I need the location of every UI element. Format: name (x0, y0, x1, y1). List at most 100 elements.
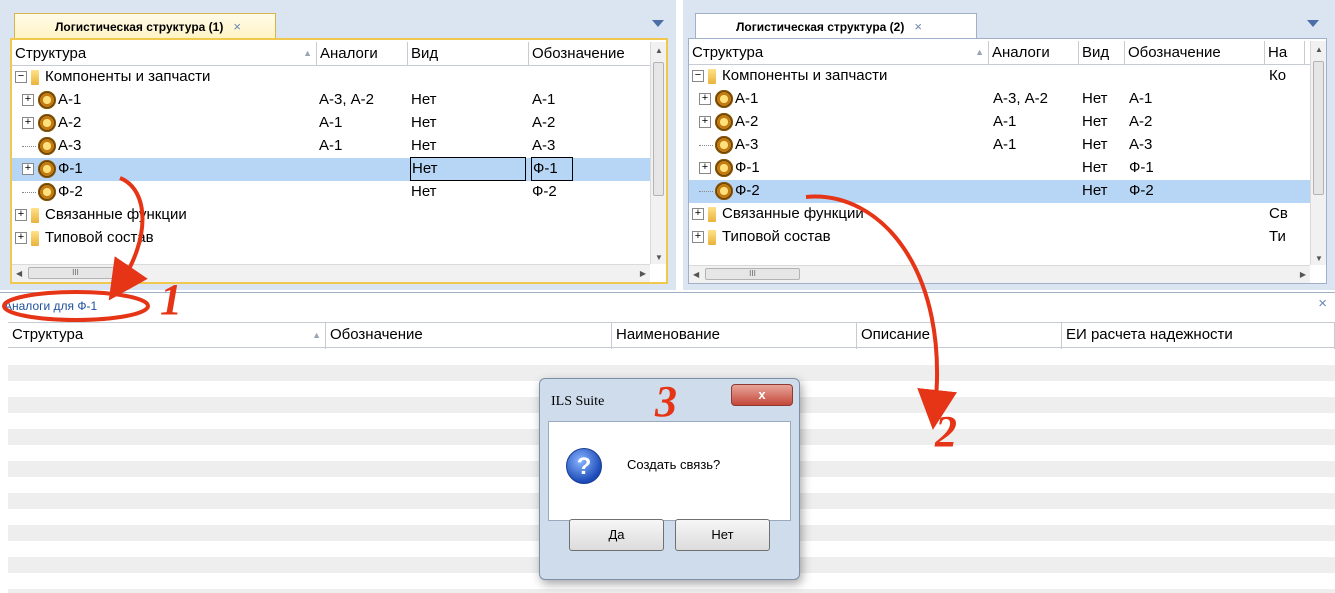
logistic-structure-pane-1: Логистическая структура (1) × Структура ▲ … (0, 0, 676, 290)
cell-kind[interactable]: Нет (411, 137, 437, 154)
tree-row[interactable]: + Ф-1 Нет Ф-1 (689, 157, 1310, 180)
cell-analogs[interactable]: А-1 (993, 136, 1016, 153)
vertical-scrollbar[interactable]: ▲ ▼ (1310, 41, 1326, 265)
tab-logistic-structure-2[interactable]: Логистическая структура (2) × (695, 13, 977, 39)
column-structure[interactable]: Структура ▲ (12, 42, 317, 66)
column-designation[interactable]: Обозначение (326, 323, 612, 349)
horizontal-scrollbar[interactable]: ◀ III ▶ (689, 265, 1310, 283)
cell-designation[interactable]: А-1 (532, 91, 555, 108)
tree-row[interactable]: + Связанные функции (12, 204, 650, 227)
cell-designation[interactable]: А-2 (532, 114, 555, 131)
scroll-thumb[interactable]: III (28, 267, 123, 279)
column-analogs[interactable]: Аналоги (989, 41, 1079, 65)
annotation-number-1: 1 (160, 275, 182, 324)
dialog-close-button[interactable]: x (731, 384, 793, 406)
column-kind[interactable]: Вид (408, 42, 529, 66)
expand-icon[interactable]: + (692, 208, 704, 221)
cell-designation[interactable]: Ф-1 (1129, 159, 1154, 176)
scroll-right-icon[interactable]: ▶ (640, 269, 646, 278)
expand-icon[interactable]: + (22, 94, 34, 107)
expand-icon[interactable]: + (22, 163, 34, 176)
tree-row[interactable]: + А-1 А-3, А-2 Нет А-1 (689, 88, 1310, 111)
cell-name[interactable]: Ко (1269, 67, 1286, 84)
tree-row[interactable]: Ф-2 Нет Ф-2 (12, 181, 650, 204)
cell-name[interactable]: Св (1269, 205, 1288, 222)
tree-row[interactable]: А-3 А-1 Нет А-3 (689, 134, 1310, 157)
cell-kind[interactable]: Нет (411, 91, 437, 108)
cell-analogs[interactable]: А-1 (993, 113, 1016, 130)
column-reliability-unit[interactable]: ЕИ расчета надежности (1062, 323, 1335, 349)
cell-name[interactable]: Ти (1269, 228, 1286, 245)
expand-icon[interactable]: + (699, 116, 711, 129)
tree-row[interactable]: + Типовой состав Ти (689, 226, 1310, 249)
column-structure[interactable]: Структура ▲ (8, 323, 326, 349)
column-designation[interactable]: Обозначение (529, 42, 654, 66)
cell-designation[interactable]: Ф-2 (1129, 182, 1154, 199)
collapse-icon[interactable]: − (15, 71, 27, 84)
tree-row[interactable]: − Компоненты и запчасти Ко (689, 65, 1310, 88)
horizontal-scrollbar[interactable]: ◀ III ▶ (12, 264, 650, 282)
column-name[interactable]: На (1265, 41, 1305, 65)
scroll-left-icon[interactable]: ◀ (16, 269, 22, 278)
tree-row[interactable]: + Связанные функции Св (689, 203, 1310, 226)
cell-designation[interactable]: А-2 (1129, 113, 1152, 130)
no-button[interactable]: Нет (675, 519, 770, 551)
cell-kind[interactable]: Нет (411, 183, 437, 200)
cell-analogs[interactable]: А-3, А-2 (319, 91, 374, 108)
expand-icon[interactable]: + (699, 162, 711, 175)
cell-designation[interactable]: А-1 (1129, 90, 1152, 107)
cell-kind[interactable]: Нет (410, 157, 526, 181)
cell-designation[interactable]: Ф-2 (532, 183, 557, 200)
tree-row[interactable]: Ф-2 Нет Ф-2 (689, 180, 1310, 203)
expand-icon[interactable]: + (15, 232, 27, 245)
expand-icon[interactable]: + (22, 117, 34, 130)
scroll-up-icon[interactable]: ▲ (1315, 45, 1323, 54)
tree-row[interactable]: − Компоненты и запчасти (12, 66, 650, 89)
cell-designation[interactable]: А-3 (532, 137, 555, 154)
cell-kind[interactable]: Нет (1082, 182, 1108, 199)
tree-row[interactable]: + А-2 А-1 Нет А-2 (689, 111, 1310, 134)
expand-icon[interactable]: + (692, 231, 704, 244)
cell-analogs[interactable]: А-1 (319, 114, 342, 131)
scroll-right-icon[interactable]: ▶ (1300, 270, 1306, 279)
close-icon[interactable]: × (1318, 295, 1327, 312)
cell-analogs[interactable]: А-1 (319, 137, 342, 154)
expand-icon[interactable]: + (699, 93, 711, 106)
cell-designation[interactable]: Ф-1 (531, 157, 573, 181)
cell-kind[interactable]: Нет (1082, 159, 1108, 176)
tree-row[interactable]: + А-2 А-1 Нет А-2 (12, 112, 650, 135)
close-icon[interactable]: × (914, 19, 922, 34)
tab-menu-arrow-icon[interactable] (1307, 20, 1319, 27)
cell-kind[interactable]: Нет (1082, 113, 1108, 130)
collapse-icon[interactable]: − (692, 70, 704, 83)
scroll-up-icon[interactable]: ▲ (655, 46, 663, 55)
column-description[interactable]: Описание (857, 323, 1062, 349)
tree-row[interactable]: + Типовой состав (12, 227, 650, 250)
tree-row[interactable]: + Ф-1 Нет Ф-1 (12, 157, 650, 181)
tree-row[interactable]: А-3 А-1 Нет А-3 (12, 135, 650, 158)
column-name[interactable]: Наименование (612, 323, 857, 349)
cell-kind[interactable]: Нет (1082, 90, 1108, 107)
scroll-thumb[interactable] (653, 62, 664, 196)
scroll-left-icon[interactable]: ◀ (693, 270, 699, 279)
scroll-down-icon[interactable]: ▼ (655, 253, 663, 262)
cell-kind[interactable]: Нет (411, 114, 437, 131)
column-designation[interactable]: Обозначение (1125, 41, 1265, 65)
yes-button[interactable]: Да (569, 519, 664, 551)
scroll-thumb[interactable]: III (705, 268, 800, 280)
cell-designation[interactable]: А-3 (1129, 136, 1152, 153)
tab-menu-arrow-icon[interactable] (652, 20, 664, 27)
scroll-down-icon[interactable]: ▼ (1315, 254, 1323, 263)
scroll-thumb[interactable] (1313, 61, 1324, 195)
analogs-panel-title: Аналоги для Ф-1 (4, 299, 98, 313)
cell-kind[interactable]: Нет (1082, 136, 1108, 153)
expand-icon[interactable]: + (15, 209, 27, 222)
close-icon[interactable]: × (233, 19, 241, 34)
vertical-scrollbar[interactable]: ▲ ▼ (650, 42, 666, 264)
cell-analogs[interactable]: А-3, А-2 (993, 90, 1048, 107)
column-analogs[interactable]: Аналоги (317, 42, 408, 66)
tree-row[interactable]: + А-1 А-3, А-2 Нет А-1 (12, 89, 650, 112)
tab-logistic-structure-1[interactable]: Логистическая структура (1) × (14, 13, 276, 39)
column-structure[interactable]: Структура ▲ (689, 41, 989, 65)
column-kind[interactable]: Вид (1079, 41, 1125, 65)
